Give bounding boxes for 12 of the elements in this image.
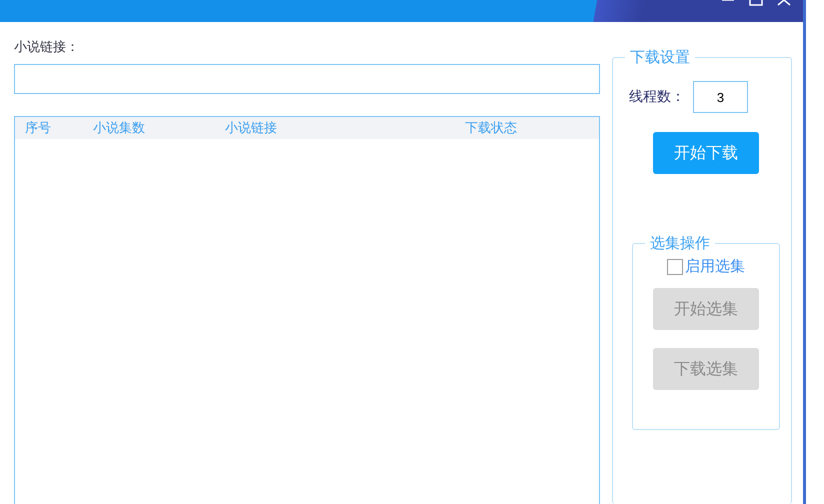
url-field[interactable] [14, 64, 600, 94]
start-download-button[interactable]: 开始下载 [653, 132, 759, 174]
group-title: 选集操作 [649, 234, 711, 253]
column-header: 小说链接 [225, 120, 278, 137]
url-label: 小说链接： [14, 39, 80, 56]
column-header: 序号 [25, 120, 52, 137]
column-header: 小说集数 [93, 120, 146, 137]
thread-label: 线程数： [629, 88, 685, 106]
enable-selection-checkbox[interactable]: 启用选集 [667, 257, 745, 276]
column-header: 下载状态 [465, 120, 518, 137]
group-title: 下载设置 [629, 48, 691, 67]
thread-count-field[interactable]: 3 [693, 81, 748, 113]
